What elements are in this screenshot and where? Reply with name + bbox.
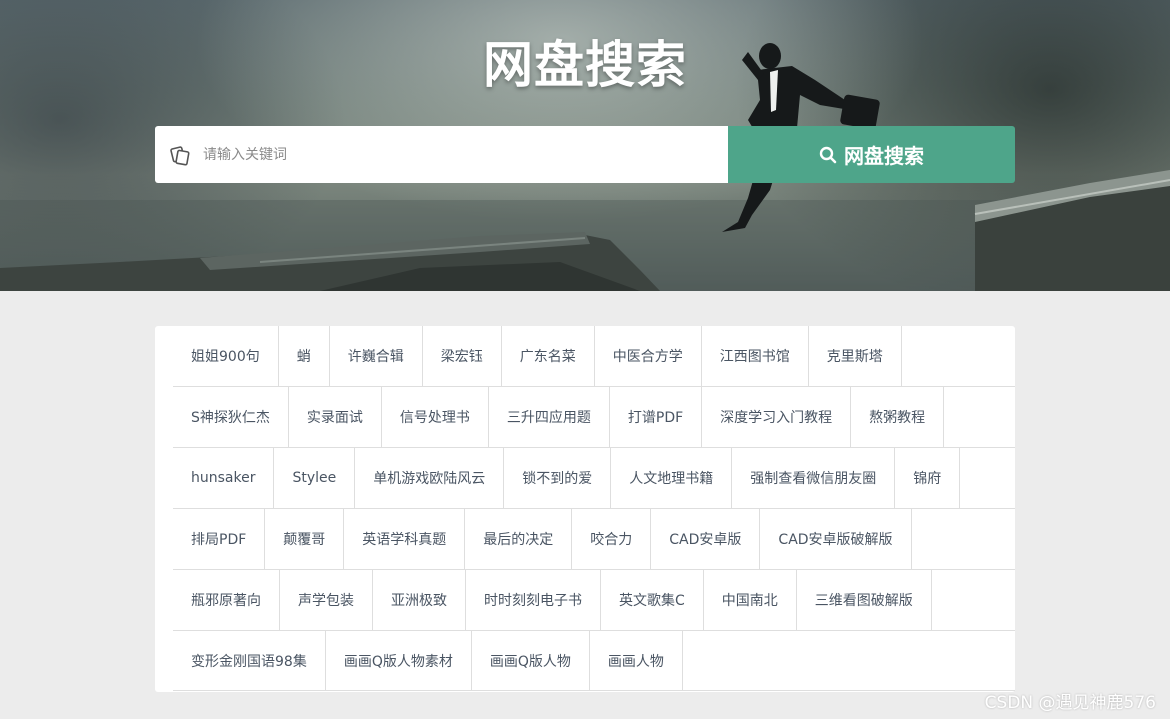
keyword-tag[interactable]: 江西图书馆 <box>702 326 809 386</box>
keyword-tag-icon <box>169 144 191 166</box>
tag-row: 变形金刚国语98集 画画Q版人物素材 画画Q版人物 画画人物 <box>173 631 1015 691</box>
keyword-tag[interactable]: 信号处理书 <box>382 387 489 447</box>
search-button[interactable]: 网盘搜索 <box>728 126 1015 183</box>
keyword-tag[interactable]: 实录面试 <box>289 387 382 447</box>
keyword-tag[interactable]: 声学包装 <box>280 570 373 630</box>
keyword-tag[interactable]: Stylee <box>274 448 356 508</box>
keyword-tag[interactable]: 熬粥教程 <box>851 387 945 447</box>
keyword-tag[interactable]: 变形金刚国语98集 <box>173 631 326 690</box>
keyword-tag[interactable]: 中国南北 <box>704 570 797 630</box>
keyword-tag[interactable]: CAD安卓版破解版 <box>760 509 912 569</box>
keyword-tag[interactable]: 深度学习入门教程 <box>702 387 852 447</box>
keyword-tag[interactable]: 梁宏钰 <box>423 326 502 386</box>
watermark: CSDN @遇见神鹿576 <box>984 693 1156 713</box>
keyword-tag[interactable]: 时时刻刻电子书 <box>466 570 601 630</box>
tag-row: hunsaker Stylee 单机游戏欧陆风云 锁不到的爱 人文地理书籍 强制… <box>173 448 1015 509</box>
keyword-tag[interactable]: 强制查看微信朋友圈 <box>732 448 896 508</box>
keyword-tag[interactable]: 画画Q版人物素材 <box>326 631 472 690</box>
keyword-tag[interactable]: 广东名菜 <box>502 326 595 386</box>
search-icon <box>819 146 837 164</box>
search-box <box>155 126 728 183</box>
keyword-tag[interactable]: 画画Q版人物 <box>472 631 590 690</box>
keyword-tag[interactable]: 锁不到的爱 <box>504 448 612 508</box>
keyword-tag[interactable]: 排局PDF <box>173 509 266 569</box>
page-title: 网盘搜索 <box>483 36 687 94</box>
search-input[interactable] <box>203 126 728 183</box>
keyword-tag[interactable]: 克里斯塔 <box>809 326 902 386</box>
keyword-tag[interactable]: 打谱PDF <box>610 387 703 447</box>
tag-row: 姐姐900句 蛸 许巍合辑 梁宏钰 广东名菜 中医合方学 江西图书馆 克里斯塔 <box>173 326 1015 387</box>
search-button-label: 网盘搜索 <box>844 144 924 168</box>
keyword-tag[interactable]: 许巍合辑 <box>330 326 423 386</box>
keyword-tag[interactable]: 人文地理书籍 <box>611 448 733 508</box>
hero-banner: 网盘搜索 网盘搜索 <box>0 0 1170 291</box>
keyword-tag[interactable]: 三维看图破解版 <box>797 570 932 630</box>
keyword-tag[interactable]: 最后的决定 <box>465 509 573 569</box>
keyword-tag[interactable]: S神探狄仁杰 <box>173 387 289 447</box>
tag-row: 排局PDF 颠覆哥 英语学科真题 最后的决定 咬合力 CAD安卓版 CAD安卓版… <box>173 509 1015 570</box>
keyword-tag[interactable]: 单机游戏欧陆风云 <box>355 448 505 508</box>
keyword-tag[interactable]: 颠覆哥 <box>265 509 345 569</box>
keyword-tag[interactable]: 英文歌集C <box>601 570 704 630</box>
keyword-tag[interactable]: 中医合方学 <box>595 326 702 386</box>
tag-row: 瓶邪原著向 声学包装 亚洲极致 时时刻刻电子书 英文歌集C 中国南北 三维看图破… <box>173 570 1015 631</box>
keyword-tag[interactable]: 姐姐900句 <box>173 326 279 386</box>
keyword-tag[interactable]: 亚洲极致 <box>373 570 466 630</box>
hot-keywords-panel: 姐姐900句 蛸 许巍合辑 梁宏钰 广东名菜 中医合方学 江西图书馆 克里斯塔 … <box>155 326 1015 692</box>
keyword-tag[interactable]: 瓶邪原著向 <box>173 570 280 630</box>
keyword-tag[interactable]: 蛸 <box>279 326 330 386</box>
keyword-tag[interactable]: 锦府 <box>895 448 961 508</box>
keyword-tag[interactable]: 英语学科真题 <box>344 509 466 569</box>
tag-row: S神探狄仁杰 实录面试 信号处理书 三升四应用题 打谱PDF 深度学习入门教程 … <box>173 387 1015 448</box>
keyword-tag[interactable]: 画画人物 <box>590 631 683 690</box>
keyword-tag[interactable]: 三升四应用题 <box>489 387 610 447</box>
keyword-tag[interactable]: 咬合力 <box>572 509 652 569</box>
keyword-tag[interactable]: CAD安卓版 <box>651 509 761 569</box>
keyword-tag[interactable]: hunsaker <box>173 448 275 508</box>
